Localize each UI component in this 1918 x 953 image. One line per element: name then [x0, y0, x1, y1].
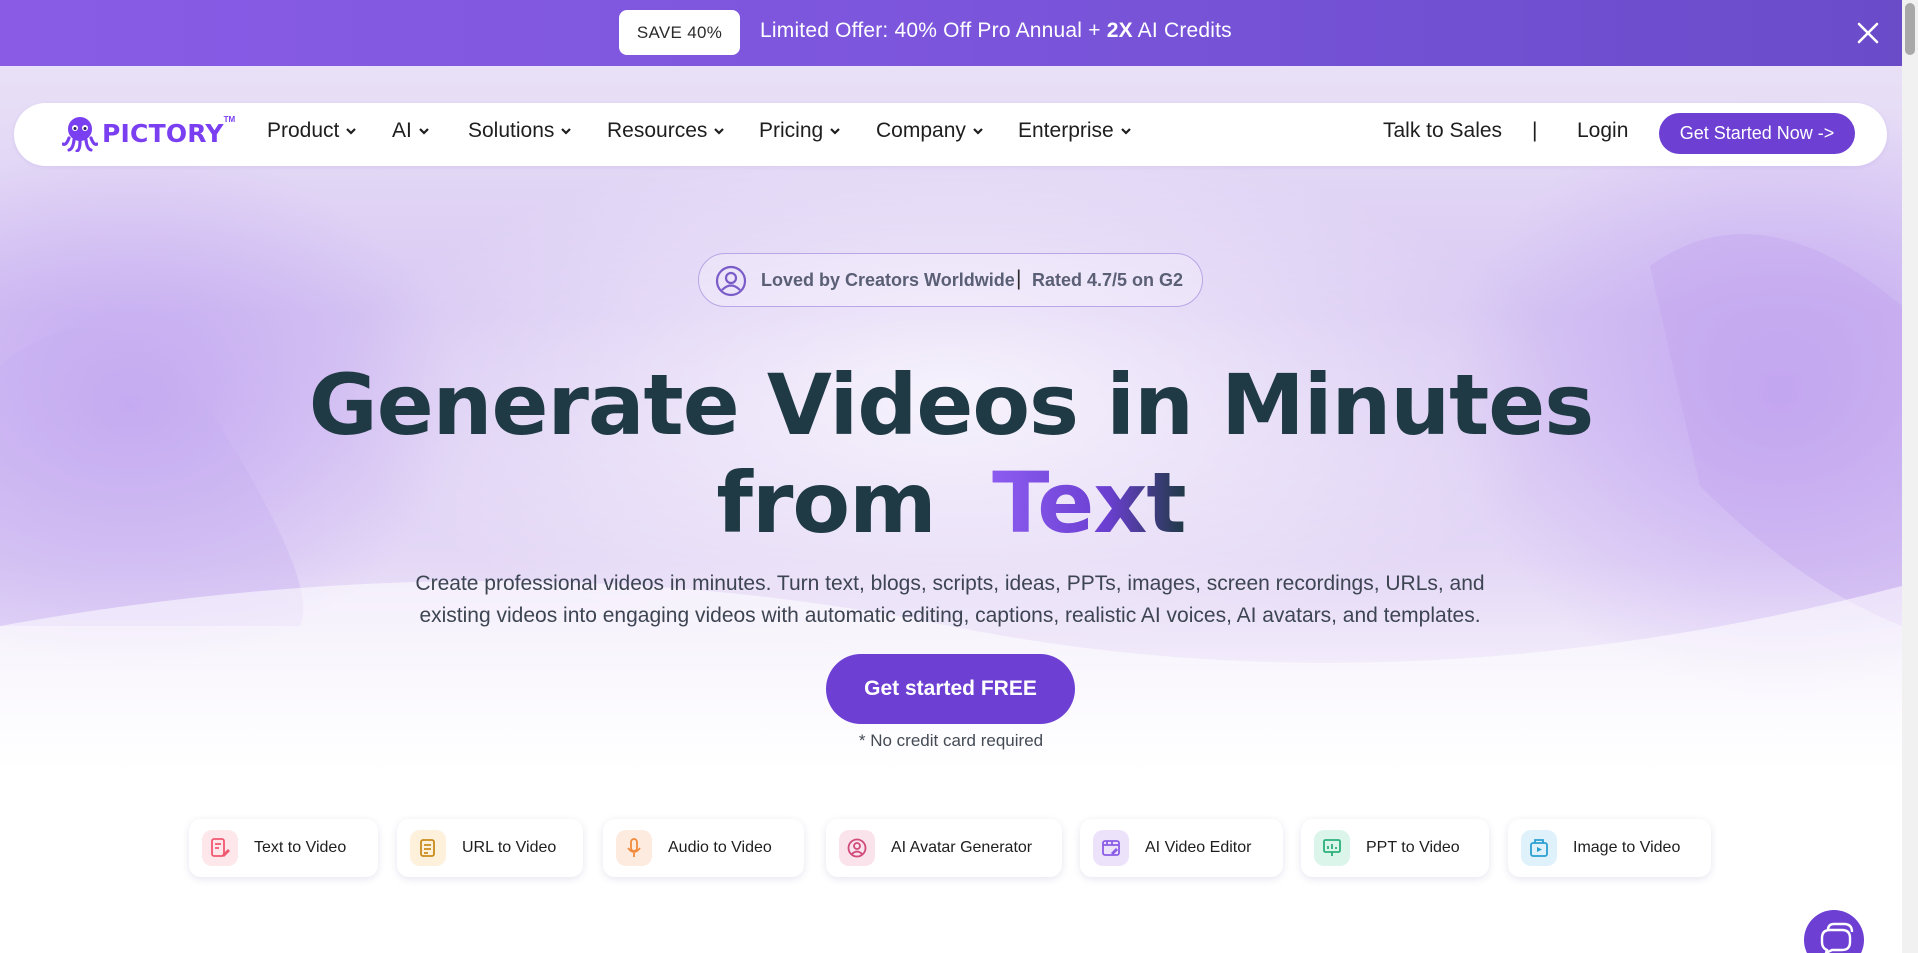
nav-product-label: Product: [267, 119, 340, 142]
feature-label: Audio to Video: [668, 839, 772, 856]
nav-pricing-label: Pricing: [759, 119, 824, 142]
loved-divider: |: [1016, 267, 1022, 290]
feature-ai-video-editor[interactable]: AI Video Editor: [1080, 819, 1283, 877]
chat-icon: [1820, 922, 1854, 953]
chevron-down-icon: [561, 128, 572, 135]
avatar-icon: [839, 830, 875, 866]
promo-offer-text[interactable]: Limited Offer: 40% Off Pro Annual + 2X A…: [760, 19, 1232, 43]
scrollbar-thumb[interactable]: [1905, 3, 1915, 55]
chevron-down-icon: [830, 128, 840, 135]
nav-solutions[interactable]: Solutions: [468, 119, 572, 143]
feature-label: URL to Video: [462, 839, 557, 856]
close-icon[interactable]: [1854, 19, 1882, 47]
logo-wordmark: PICTORY: [102, 118, 224, 148]
url-video-icon: [410, 830, 446, 866]
chevron-down-icon: [1120, 128, 1131, 135]
nav-enterprise[interactable]: Enterprise: [1018, 119, 1132, 143]
nav-divider: |: [1532, 119, 1538, 142]
nav-resources-label: Resources: [607, 119, 708, 142]
chevron-down-icon: [419, 128, 429, 135]
video-editor-icon: [1093, 830, 1129, 866]
chevron-down-icon: [714, 128, 725, 135]
nav-company[interactable]: Company: [876, 119, 984, 143]
login-link[interactable]: Login: [1577, 119, 1628, 143]
microphone-icon: [616, 830, 652, 866]
logo-trademark: TM: [223, 114, 236, 124]
feature-text-to-video[interactable]: Text to Video: [189, 819, 378, 877]
feature-ai-avatar-generator[interactable]: AI Avatar Generator: [826, 819, 1062, 877]
headline-from: from: [716, 454, 936, 552]
text-video-icon: [202, 830, 238, 866]
promo-banner: SAVE 40% Limited Offer: 40% Off Pro Annu…: [0, 0, 1902, 66]
feature-label: PPT to Video: [1366, 839, 1460, 856]
talk-to-sales-link[interactable]: Talk to Sales: [1383, 119, 1502, 143]
get-started-now-button[interactable]: Get Started Now ->: [1659, 113, 1855, 154]
feature-image-to-video[interactable]: Image to Video: [1508, 819, 1711, 877]
feature-ppt-to-video[interactable]: PPT to Video: [1301, 819, 1489, 877]
octopus-logo-icon: [62, 117, 98, 152]
feature-label: AI Video Editor: [1145, 839, 1252, 856]
save-badge[interactable]: SAVE 40%: [619, 10, 740, 55]
nav-solutions-label: Solutions: [468, 119, 555, 142]
nav-ai[interactable]: AI: [392, 119, 430, 143]
feature-audio-to-video[interactable]: Audio to Video: [603, 819, 804, 877]
nav-company-label: Company: [876, 119, 966, 142]
presentation-icon: [1314, 830, 1350, 866]
no-credit-card-note: * No credit card required: [858, 731, 1044, 750]
rating-text: Rated 4.7/5 on G2: [1032, 270, 1184, 290]
pictory-logo[interactable]: PICTORY TM: [62, 113, 235, 153]
nav-product[interactable]: Product: [267, 119, 357, 143]
feature-label: Text to Video: [254, 839, 347, 856]
image-video-icon: [1521, 830, 1557, 866]
nav-pricing[interactable]: Pricing: [759, 119, 841, 143]
offer-prefix: Limited Offer: 40% Off Pro Annual +: [760, 19, 1107, 42]
scrollbar-track[interactable]: [1902, 0, 1918, 953]
social-proof-pill: Loved by Creators Worldwide | Rated 4.7/…: [698, 253, 1203, 307]
chevron-down-icon: [973, 128, 983, 135]
feature-url-to-video[interactable]: URL to Video: [397, 819, 583, 877]
user-circle-icon: [715, 265, 747, 297]
headline-line-2: from Text: [0, 454, 1902, 552]
get-started-free-button[interactable]: Get started FREE: [826, 654, 1075, 724]
chat-widget-button[interactable]: [1804, 910, 1864, 953]
nav-enterprise-label: Enterprise: [1018, 119, 1114, 142]
subtitle-line-2: existing videos into engaging videos wit…: [419, 604, 1481, 627]
offer-suffix: AI Credits: [1132, 19, 1232, 42]
feature-label: Image to Video: [1573, 839, 1681, 856]
nav-ai-label: AI: [392, 119, 412, 142]
loved-text: Loved by Creators Worldwide: [761, 270, 1015, 290]
chevron-down-icon: [346, 128, 357, 135]
offer-bold: 2X: [1106, 19, 1133, 42]
headline-line-1: Generate Videos in Minutes: [308, 356, 1595, 454]
headline-accent-word: Text: [992, 454, 1186, 552]
feature-label: AI Avatar Generator: [891, 839, 1033, 856]
nav-resources[interactable]: Resources: [607, 119, 725, 143]
subtitle-line-1: Create professional videos in minutes. T…: [415, 572, 1485, 595]
